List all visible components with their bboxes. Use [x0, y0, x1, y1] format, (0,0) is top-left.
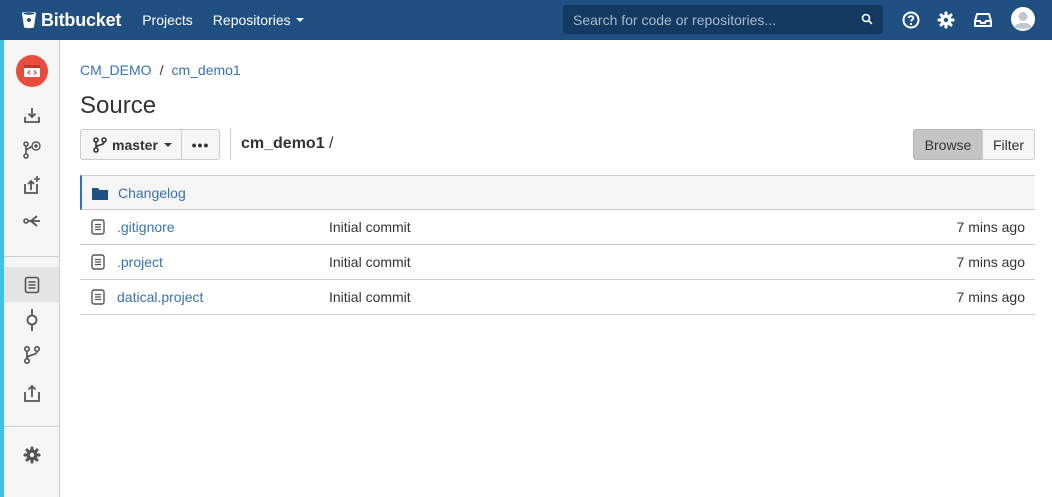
pull-request-icon — [23, 384, 40, 402]
sidebar-item-pull-requests[interactable] — [4, 375, 59, 410]
folder-icon — [92, 188, 108, 200]
file-name-link[interactable]: datical.project — [117, 289, 203, 305]
bitbucket-logo[interactable]: Bitbucket — [21, 10, 121, 31]
path-separator: / — [329, 135, 334, 152]
sidebar-item-settings[interactable] — [4, 437, 59, 472]
breadcrumb-repo-link[interactable]: cm_demo1 — [171, 62, 240, 78]
create-branch-icon[interactable] — [4, 132, 59, 167]
user-avatar[interactable] — [1011, 7, 1035, 31]
commit-age: 7 mins ago — [956, 254, 1025, 270]
browse-button[interactable]: Browse — [913, 129, 983, 160]
page-title: Source — [80, 92, 157, 119]
breadcrumb: CM_DEMO / cm_demo1 — [80, 62, 241, 78]
gear-icon[interactable] — [935, 9, 957, 31]
browse-label: Browse — [924, 136, 972, 153]
nav-repositories[interactable]: Repositories — [213, 12, 304, 28]
branch-selector-button[interactable]: master — [80, 129, 182, 160]
table-row[interactable]: .gitignore Initial commit 7 mins ago — [80, 210, 1035, 245]
nav-projects-label: Projects — [142, 12, 193, 28]
top-navigation-bar: Bitbucket Projects Repositories — [0, 0, 1052, 40]
file-icon — [91, 254, 105, 270]
file-icon — [91, 219, 105, 235]
search-icon[interactable] — [861, 13, 873, 25]
code-window-icon — [24, 65, 40, 77]
branch-icon — [93, 136, 107, 153]
commit-age: 7 mins ago — [956, 219, 1025, 235]
file-icon — [91, 289, 105, 305]
search-input[interactable] — [573, 11, 853, 28]
commit-icon — [26, 308, 37, 331]
file-name-link[interactable]: Changelog — [118, 185, 186, 201]
create-pull-request-icon[interactable] — [4, 167, 59, 202]
toolbar-divider — [230, 129, 231, 160]
file-name-link[interactable]: .project — [117, 254, 163, 270]
branch-name: master — [112, 136, 158, 153]
chevron-down-icon — [163, 142, 172, 147]
filter-label: Filter — [992, 136, 1025, 153]
gear-icon — [23, 446, 40, 463]
sidebar-item-branches[interactable] — [4, 337, 59, 372]
commit-message[interactable]: Initial commit — [329, 219, 411, 235]
fork-icon[interactable] — [4, 203, 59, 238]
sidebar-divider — [4, 426, 59, 427]
file-path-breadcrumb: cm_demo1 / — [241, 135, 334, 153]
table-row[interactable]: Changelog — [80, 175, 1035, 210]
source-file-icon — [24, 276, 39, 293]
breadcrumb-separator: / — [159, 62, 164, 78]
more-actions-button[interactable]: ••• — [181, 129, 220, 160]
file-list: Changelog .gitignore Initial commit 7 mi… — [80, 175, 1035, 315]
sidebar-divider — [4, 256, 59, 257]
logo-text: Bitbucket — [41, 9, 122, 30]
breadcrumb-project-link[interactable]: CM_DEMO — [80, 62, 152, 78]
more-icon: ••• — [191, 136, 210, 153]
commit-message[interactable]: Initial commit — [329, 254, 411, 270]
bitbucket-bucket-icon — [22, 11, 36, 29]
chevron-down-icon — [295, 18, 304, 22]
repository-avatar[interactable] — [16, 55, 48, 87]
help-icon[interactable] — [900, 9, 922, 31]
inbox-icon[interactable] — [972, 9, 994, 31]
nav-repositories-label: Repositories — [212, 12, 291, 28]
commit-message[interactable]: Initial commit — [329, 289, 411, 305]
file-name-link[interactable]: .gitignore — [117, 219, 175, 235]
commit-age: 7 mins ago — [956, 289, 1025, 305]
sidebar-item-source[interactable] — [4, 267, 59, 302]
nav-projects[interactable]: Projects — [142, 12, 193, 28]
clone-icon[interactable] — [4, 97, 59, 132]
avatar-icon — [1011, 7, 1035, 31]
filter-button[interactable]: Filter — [982, 129, 1035, 160]
table-row[interactable]: .project Initial commit 7 mins ago — [80, 245, 1035, 280]
sidebar-item-commits[interactable] — [4, 302, 59, 337]
path-repo-link[interactable]: cm_demo1 — [241, 135, 325, 152]
search-box[interactable] — [563, 5, 883, 34]
branch-icon — [23, 345, 40, 364]
table-row[interactable]: datical.project Initial commit 7 mins ag… — [80, 280, 1035, 315]
